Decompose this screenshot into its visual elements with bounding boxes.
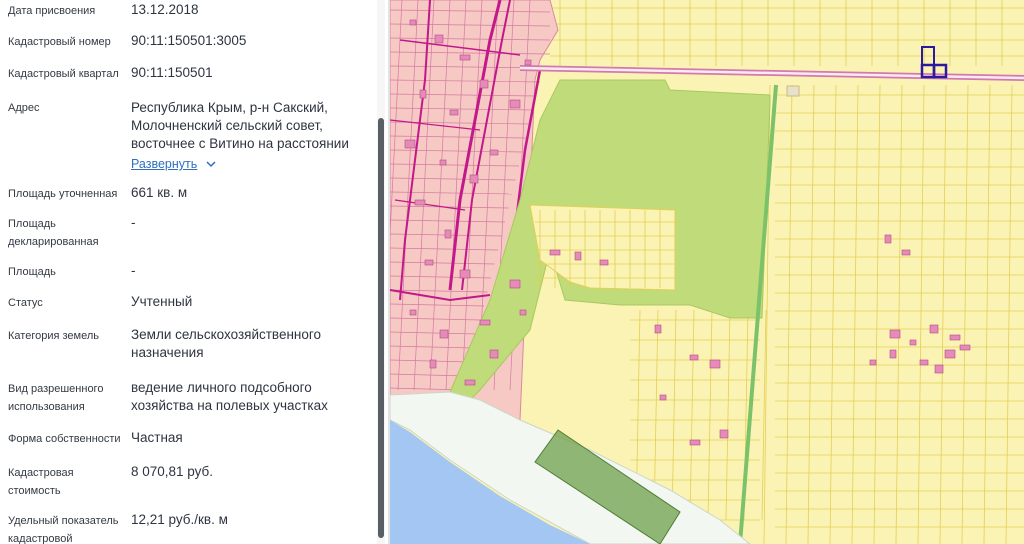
label-line: стоимость: [8, 485, 61, 497]
row-label: Вид разрешенного использования: [8, 380, 126, 416]
row-label: Статус: [8, 294, 126, 312]
row-label: Форма собственности: [8, 430, 126, 448]
value-line: 90:11:150501:3005: [131, 33, 247, 48]
value-line: -: [131, 215, 136, 230]
row-label: Кадастровый квартал: [8, 65, 126, 83]
row-label: Кадастровая стоимость: [8, 464, 126, 500]
label-line: Статус: [8, 297, 43, 309]
value-line: ведение личного подсобного: [131, 380, 312, 395]
row-value: 90:11:150501: [131, 64, 371, 82]
map-marker-square: [786, 85, 800, 97]
row-label: Категория земель: [8, 327, 126, 345]
label-line: Вид разрешенного: [8, 383, 104, 395]
info-panel: Дата присвоения 13.12.2018 Кадастровый н…: [0, 0, 390, 544]
row-label: Адрес: [8, 99, 126, 117]
row-value: -: [131, 214, 371, 232]
label-line: Удельный показатель: [8, 515, 119, 527]
row-value: -: [131, 262, 371, 280]
row-value: 8 070,81 руб.: [131, 463, 371, 481]
label-line: использования: [8, 401, 85, 413]
value-line: назначения: [131, 345, 204, 360]
value-line: -: [131, 263, 136, 278]
value-line: 12,21 руб./кв. м: [131, 512, 228, 527]
label-line: Категория земель: [8, 330, 99, 342]
label-line: Площадь: [8, 266, 56, 278]
value-line: Республика Крым, р-н Сакский,: [131, 100, 328, 115]
value-line: Учтенный: [131, 294, 193, 309]
row-label: Площадь уточненная: [8, 185, 126, 203]
map-canvas[interactable]: [390, 0, 1024, 544]
row-value: Республика Крым, р-н Сакский, Молочненск…: [131, 99, 371, 173]
row-value: 661 кв. м: [131, 184, 371, 202]
row-value: ведение личного подсобного хозяйства на …: [131, 379, 371, 415]
row-value: 90:11:150501:3005: [131, 32, 371, 50]
row-label: Удельный показатель кадастровой: [8, 512, 126, 544]
expand-link-label: Развернуть: [131, 157, 198, 171]
cadastral-map[interactable]: [390, 0, 1024, 544]
label-line: декларированная: [8, 236, 99, 248]
expand-address-link[interactable]: Развернуть: [131, 155, 217, 173]
scrollbar-thumb[interactable]: [378, 118, 384, 538]
value-line: Молочненский сельский совет,: [131, 118, 323, 133]
label-line: Дата присвоения: [8, 5, 96, 17]
row-label: Площадь: [8, 263, 126, 281]
label-line: Площадь уточненная: [8, 188, 118, 200]
value-line: восточнее с Витино на расстоянии: [131, 136, 349, 151]
label-line: Кадастровый квартал: [8, 68, 119, 80]
label-line: кадастровой: [8, 533, 73, 544]
row-label: Дата присвоения: [8, 2, 126, 20]
value-line: 90:11:150501: [131, 65, 213, 80]
label-line: Кадастровая: [8, 467, 74, 479]
label-line: Кадастровый номер: [8, 36, 111, 48]
row-value: Земли сельскохозяйственного назначения: [131, 326, 371, 362]
label-line: Форма собственности: [8, 433, 121, 445]
row-value: Частная: [131, 429, 371, 447]
value-line: 13.12.2018: [131, 2, 199, 17]
row-value: 12,21 руб./кв. м: [131, 511, 371, 529]
row-value: 13.12.2018: [131, 1, 371, 19]
value-line: хозяйства на полевых участках: [131, 398, 328, 413]
label-line: Площадь: [8, 218, 56, 230]
value-line: Земли сельскохозяйственного: [131, 327, 322, 342]
value-line: 8 070,81 руб.: [131, 464, 214, 479]
value-line: 661 кв. м: [131, 185, 188, 200]
row-label: Площадь декларированная: [8, 215, 126, 251]
chevron-down-icon: [206, 161, 216, 168]
value-line: Частная: [131, 430, 183, 445]
row-value: Учтенный: [131, 293, 371, 311]
label-line: Адрес: [8, 102, 40, 114]
row-label: Кадастровый номер: [8, 33, 126, 51]
